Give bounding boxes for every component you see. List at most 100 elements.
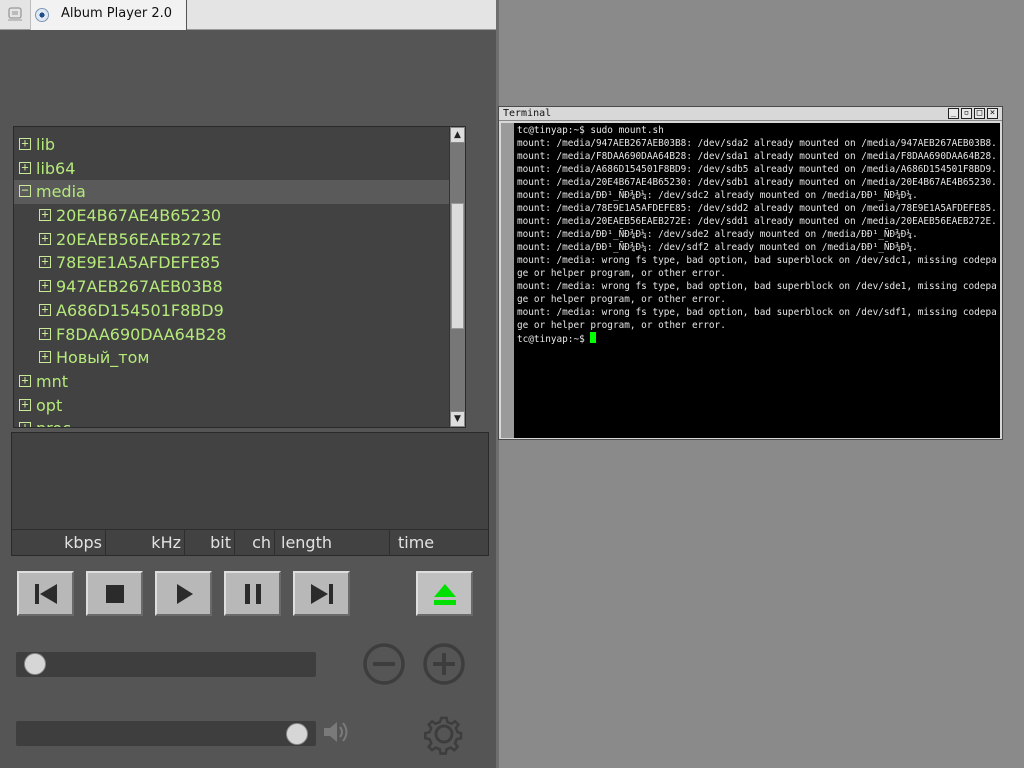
tree-item[interactable]: + Новый_том bbox=[14, 346, 449, 370]
volume-slider-track[interactable] bbox=[16, 721, 316, 746]
minimize-icon[interactable]: _ bbox=[948, 108, 959, 119]
taskbar-app-label: Album Player 2.0 bbox=[61, 6, 173, 21]
album-player-window: Album Player 2.0 + lib + lib64− media +20E4B6… bbox=[0, 0, 499, 768]
tree-item-label: A686D154501F8BD9 bbox=[56, 300, 224, 320]
expand-icon[interactable]: + bbox=[19, 421, 31, 427]
tree-item-label: 78E9E1A5AFDEFE85 bbox=[56, 253, 221, 273]
play-icon bbox=[176, 583, 193, 604]
bit-column: bit bbox=[185, 530, 235, 556]
pause-button[interactable] bbox=[224, 571, 281, 616]
tree-item-label: lib bbox=[36, 135, 56, 154]
expand-icon[interactable]: + bbox=[39, 232, 51, 245]
terminal-text: tc@tinyap:~$ sudo mount.sh mount: /media/… bbox=[517, 124, 1000, 346]
expand-icon[interactable]: + bbox=[39, 255, 51, 269]
expand-icon[interactable]: + bbox=[19, 161, 31, 174]
seek-slider-track[interactable] bbox=[16, 652, 316, 677]
speaker-icon[interactable] bbox=[322, 718, 352, 746]
expand-icon[interactable]: + bbox=[19, 137, 31, 150]
collapse-icon[interactable]: − bbox=[19, 184, 31, 198]
album-player-icon bbox=[35, 8, 49, 22]
tree-item-label: 20EAEB56EAEB272E bbox=[56, 229, 222, 249]
terminal-line: mount: /media/ÐÐ¹_ÑÐ¾Ð¼: /dev/sdc2 alrea… bbox=[517, 190, 918, 201]
tree-item[interactable]: + lib bbox=[14, 133, 449, 157]
pause-icon bbox=[244, 583, 261, 604]
expand-icon[interactable]: + bbox=[19, 374, 31, 387]
khz-column: kHz bbox=[106, 530, 185, 556]
terminal-prompt-line: tc@tinyap:~$ bbox=[517, 332, 1000, 346]
tree-item[interactable]: + F8DAA690DAA64B28 bbox=[14, 323, 449, 347]
stop-icon bbox=[105, 584, 124, 603]
tree-item[interactable]: +20E4B67AE4B65230 bbox=[14, 204, 449, 228]
taskbar: Album Player 2.0 bbox=[0, 0, 496, 30]
tree-item[interactable]: +20EAEB56EAEB272E bbox=[14, 228, 449, 252]
tree-item-label: Новый_том bbox=[56, 348, 150, 368]
terminal-line: mount: /media/ÐÐ¹_ÑÐ¾Ð¼: /dev/sdf2 alrea… bbox=[517, 242, 918, 253]
terminal-line: mount: /media/ÐÐ¹_ÑÐ¾Ð¼: /dev/sde2 alrea… bbox=[517, 229, 918, 240]
settings-gear-icon[interactable] bbox=[422, 710, 466, 758]
tree-item[interactable]: − media bbox=[14, 180, 449, 205]
expand-icon[interactable]: + bbox=[39, 350, 51, 364]
terminal-window[interactable]: Terminal _ ▫ □ × tc@tinyap:~$ sudo mount… bbox=[498, 106, 1003, 440]
scrollbar-thumb[interactable] bbox=[451, 203, 464, 329]
volume-slider-handle[interactable] bbox=[285, 723, 308, 745]
taskbar-app-button[interactable]: Album Player 2.0 bbox=[30, 0, 187, 30]
terminal-title: Terminal bbox=[503, 108, 552, 119]
tree-item[interactable]: + A686D154501F8BD9 bbox=[14, 299, 449, 323]
terminal-line: mount: /media: wrong fs type, bad option… bbox=[517, 255, 997, 279]
terminal-line: tc@tinyap:~$ sudo mount.sh bbox=[517, 125, 664, 136]
expand-icon[interactable]: + bbox=[19, 398, 31, 411]
terminal-output[interactable]: tc@tinyap:~$ sudo mount.sh mount: /media/… bbox=[501, 123, 1000, 438]
tree-item-label: 947AEB267AEB03B8 bbox=[56, 277, 223, 297]
tree-item[interactable]: + mnt bbox=[14, 370, 449, 394]
tree-item[interactable]: +78E9E1A5AFDEFE85 bbox=[14, 251, 449, 275]
eject-icon bbox=[433, 583, 456, 605]
zoom-in-icon[interactable] bbox=[422, 642, 466, 686]
maximize-icon[interactable]: □ bbox=[974, 108, 985, 119]
terminal-line: mount: /media/78E9E1A5AFDEFE85: /dev/sdd… bbox=[517, 203, 997, 214]
expand-icon[interactable]: + bbox=[39, 279, 51, 293]
tree-item[interactable]: + opt bbox=[14, 394, 449, 418]
scroll-down-button[interactable]: ▼ bbox=[450, 411, 465, 427]
tree-item-label: 20E4B67AE4B65230 bbox=[56, 206, 222, 226]
kbps-column: kbps bbox=[12, 530, 106, 556]
time-column: time bbox=[398, 533, 435, 552]
tree-scrollbar[interactable]: ▲ ▼ bbox=[449, 127, 465, 427]
restore-icon[interactable]: ▫ bbox=[961, 108, 972, 119]
close-icon[interactable]: × bbox=[987, 108, 998, 119]
expand-icon[interactable]: + bbox=[39, 303, 51, 316]
tree-item[interactable]: +947AEB267AEB03B8 bbox=[14, 275, 449, 299]
tree-item[interactable]: + proc bbox=[14, 417, 449, 427]
terminal-line: mount: /media/A686D154501F8BD9: /dev/sdb… bbox=[517, 164, 997, 175]
eject-button[interactable] bbox=[416, 571, 473, 616]
terminal-line: mount: /media/F8DAA690DAA64B28: /dev/sda… bbox=[517, 151, 997, 162]
terminal-line: mount: /media: wrong fs type, bad option… bbox=[517, 307, 997, 331]
channels-column: ch bbox=[235, 530, 275, 556]
scroll-up-button[interactable]: ▲ bbox=[450, 127, 465, 143]
terminal-line: mount: /media: wrong fs type, bad option… bbox=[517, 281, 997, 305]
zoom-out-icon[interactable] bbox=[362, 642, 406, 686]
tree-item[interactable]: + lib64 bbox=[14, 157, 449, 181]
folder-tree-list: + lib + lib64− media +20E4B67AE4B65230 +20EAEB… bbox=[14, 133, 449, 427]
tree-item-label: F8DAA690DAA64B28 bbox=[56, 324, 227, 344]
folder-tree[interactable]: + lib + lib64− media +20E4B67AE4B65230 +20EAEB… bbox=[13, 126, 466, 428]
terminal-line: mount: /media/20EAEB56EAEB272E: /dev/sdd… bbox=[517, 216, 997, 227]
tree-item-label: mnt bbox=[36, 371, 68, 391]
play-button[interactable] bbox=[155, 571, 212, 616]
terminal-line: mount: /media/947AEB267AEB03B8: /dev/sda… bbox=[517, 138, 997, 149]
skip-forward-icon bbox=[310, 583, 333, 604]
expand-icon[interactable]: + bbox=[39, 208, 51, 222]
previous-track-button[interactable] bbox=[17, 571, 74, 616]
stop-button[interactable] bbox=[86, 571, 143, 616]
track-info-panel: kbps kHz bit ch length time bbox=[11, 432, 489, 556]
skip-back-icon bbox=[34, 583, 57, 604]
ghost-window-icon[interactable] bbox=[4, 3, 26, 25]
tree-item-label: opt bbox=[36, 395, 63, 415]
tree-item-label: media bbox=[36, 182, 86, 202]
tree-item-label: lib64 bbox=[36, 158, 76, 178]
terminal-titlebar[interactable]: Terminal _ ▫ □ × bbox=[499, 107, 1002, 121]
expand-icon[interactable]: + bbox=[39, 327, 51, 340]
terminal-prompt: tc@tinyap:~$ bbox=[517, 334, 591, 345]
next-track-button[interactable] bbox=[293, 571, 350, 616]
track-info-columns: kbps kHz bit ch length time bbox=[12, 529, 488, 556]
length-column: length bbox=[275, 530, 390, 556]
